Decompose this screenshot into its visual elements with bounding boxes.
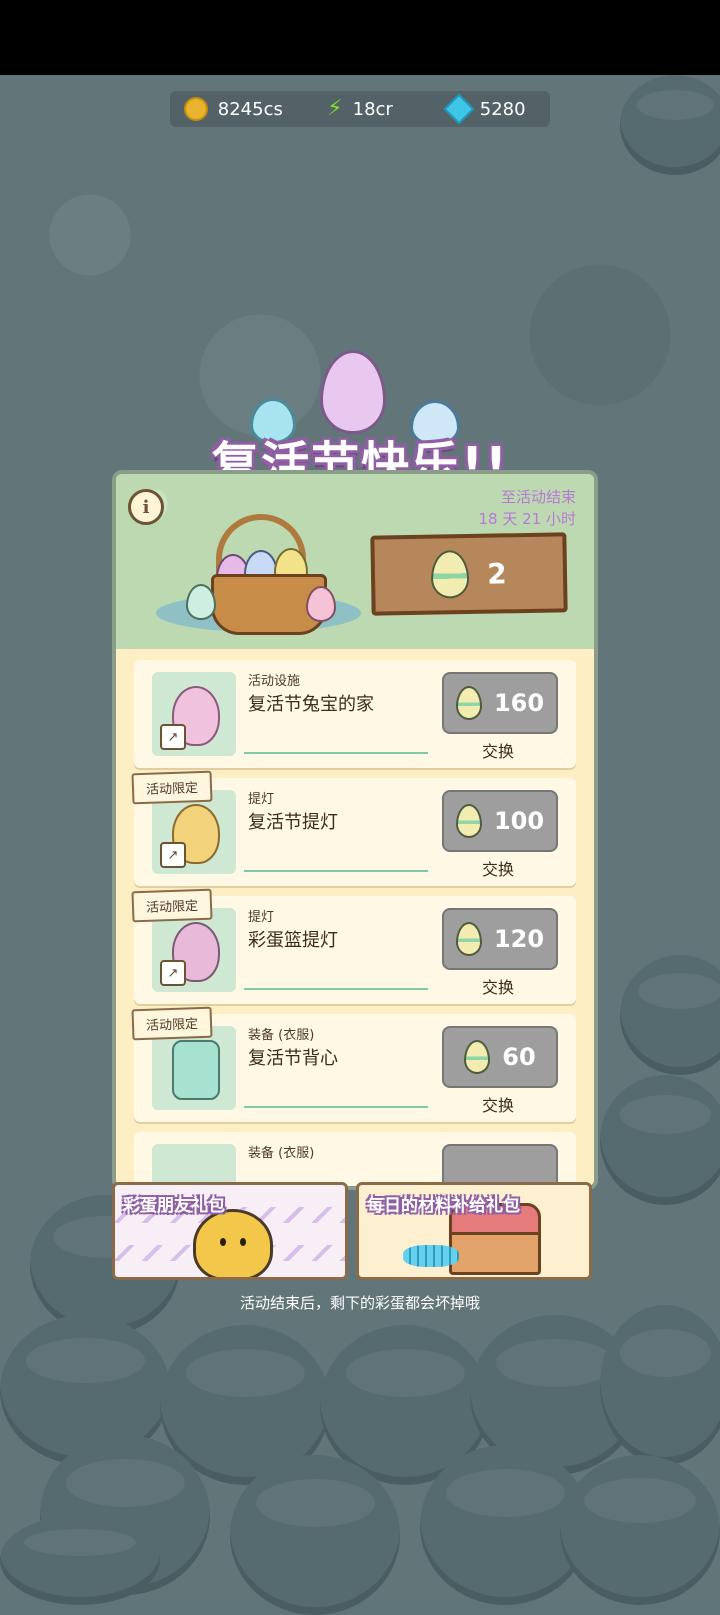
exchange-label[interactable]: 交换	[442, 856, 554, 880]
chick-eye	[240, 1238, 246, 1246]
energy-counter[interactable]: ⚡ 18cr	[297, 98, 424, 120]
item-category: 提灯	[248, 792, 275, 807]
status-bar	[0, 0, 720, 75]
exchange-list[interactable]: ↗ 活动设施 复活节兔宝的家 160 交换 ↗ 活动限定 提灯 复活节提灯 10…	[131, 660, 576, 1186]
exchange-cost-button[interactable]: 100	[442, 790, 558, 852]
chick-icon	[193, 1209, 273, 1277]
tree	[620, 955, 720, 1075]
countdown: 至活动结束 18 天 21 小时	[479, 486, 576, 530]
lightning-icon: ⚡	[327, 96, 343, 121]
item-category: 活动设施	[248, 674, 301, 689]
gem-counter[interactable]: 5280	[423, 93, 550, 125]
egg-icon	[455, 686, 482, 720]
tree	[620, 75, 720, 175]
exchange-cost-button[interactable]: 120	[442, 908, 558, 970]
exchange-cost-button[interactable]: 60	[442, 1026, 558, 1088]
list-item: ↗ 活动限定 提灯 复活节提灯 100 交换	[131, 770, 576, 886]
egg-icon	[455, 922, 482, 956]
external-link-icon[interactable]: ↗	[160, 724, 186, 750]
egg-basket-illustration	[156, 514, 361, 635]
limited-tag: 活动限定	[131, 888, 213, 923]
list-item: ↗ 活动限定 提灯 彩蛋篮提灯 120 交换	[131, 888, 576, 1004]
limited-tag: 活动限定	[131, 1006, 213, 1041]
limited-tag: 活动限定	[131, 770, 213, 805]
item-category: 装备 (衣服)	[248, 1028, 315, 1043]
exchange-label[interactable]: 交换	[442, 1092, 554, 1116]
egg-count: 2	[486, 556, 508, 591]
chick-eye	[220, 1238, 226, 1246]
gem-value: 5280	[479, 98, 526, 120]
item-name: 彩蛋篮提灯	[248, 930, 338, 951]
exchange-cost-button[interactable]: 160	[442, 672, 558, 734]
list-item: 活动限定 装备 (衣服) 复活节背心 60 交换	[131, 1006, 576, 1122]
vest-icon	[172, 1040, 220, 1100]
egg-decoration	[306, 586, 336, 622]
tree	[600, 1305, 720, 1465]
egg-icon	[455, 804, 482, 838]
cost-value: 120	[493, 925, 545, 953]
gem-pile-icon	[403, 1245, 459, 1267]
item-name: 复活节提灯	[248, 812, 338, 833]
divider	[244, 870, 428, 872]
tree	[0, 1515, 160, 1605]
tree	[560, 1455, 720, 1605]
footer-note: 活动结束后，剩下的彩蛋都会坏掉哦	[239, 1294, 480, 1312]
divider	[244, 1106, 428, 1108]
list-item: ↗ 活动设施 复活节兔宝的家 160 交换	[134, 660, 576, 768]
divider	[244, 988, 428, 990]
cost-value: 160	[493, 689, 545, 717]
egg-decoration	[186, 584, 216, 620]
currency-bar: 8245cs ⚡ 18cr 5280	[170, 91, 550, 127]
egg-count-sign: 2	[370, 532, 568, 616]
external-link-icon[interactable]: ↗	[160, 960, 186, 986]
item-name: 复活节兔宝的家	[248, 694, 374, 715]
panel-header: i 至活动结束 18 天 21 小时 2	[116, 474, 594, 649]
coin-value: 8245cs	[217, 98, 283, 120]
event-panel: i 至活动结束 18 天 21 小时 2 ↗ 活动设施 复活节兔宝的家 160 …	[112, 470, 598, 1190]
countdown-label: 至活动结束	[500, 488, 576, 506]
external-link-icon[interactable]: ↗	[160, 842, 186, 868]
egg-decoration	[320, 350, 386, 434]
item-thumbnail: ↗	[152, 672, 236, 756]
item-name: 复活节背心	[248, 1048, 338, 1069]
coin-counter[interactable]: 8245cs	[170, 97, 297, 121]
cost-value: 60	[502, 1043, 536, 1071]
energy-value: 18cr	[352, 98, 393, 120]
countdown-value: 18 天 21 小时	[478, 510, 576, 528]
egg-icon	[464, 1040, 491, 1074]
egg-friends-pack-banner[interactable]: 彩蛋朋友礼包	[112, 1182, 348, 1280]
exchange-label[interactable]: 交换	[442, 738, 554, 762]
egg-icon	[430, 549, 470, 599]
item-category: 提灯	[248, 910, 275, 925]
exchange-label[interactable]: 交换	[442, 974, 554, 998]
divider	[244, 752, 428, 754]
cost-value: 100	[493, 807, 545, 835]
daily-supply-pack-banner[interactable]: 每日的材料补给礼包	[356, 1182, 592, 1280]
gem-icon	[443, 93, 475, 125]
coin-icon	[183, 97, 208, 121]
item-category: 装备 (衣服)	[248, 1146, 315, 1161]
tree	[600, 1075, 720, 1205]
promo-title: 彩蛋朋友礼包	[123, 1196, 225, 1216]
promo-title: 每日的材料补给礼包	[367, 1196, 520, 1216]
tree	[230, 1455, 400, 1615]
